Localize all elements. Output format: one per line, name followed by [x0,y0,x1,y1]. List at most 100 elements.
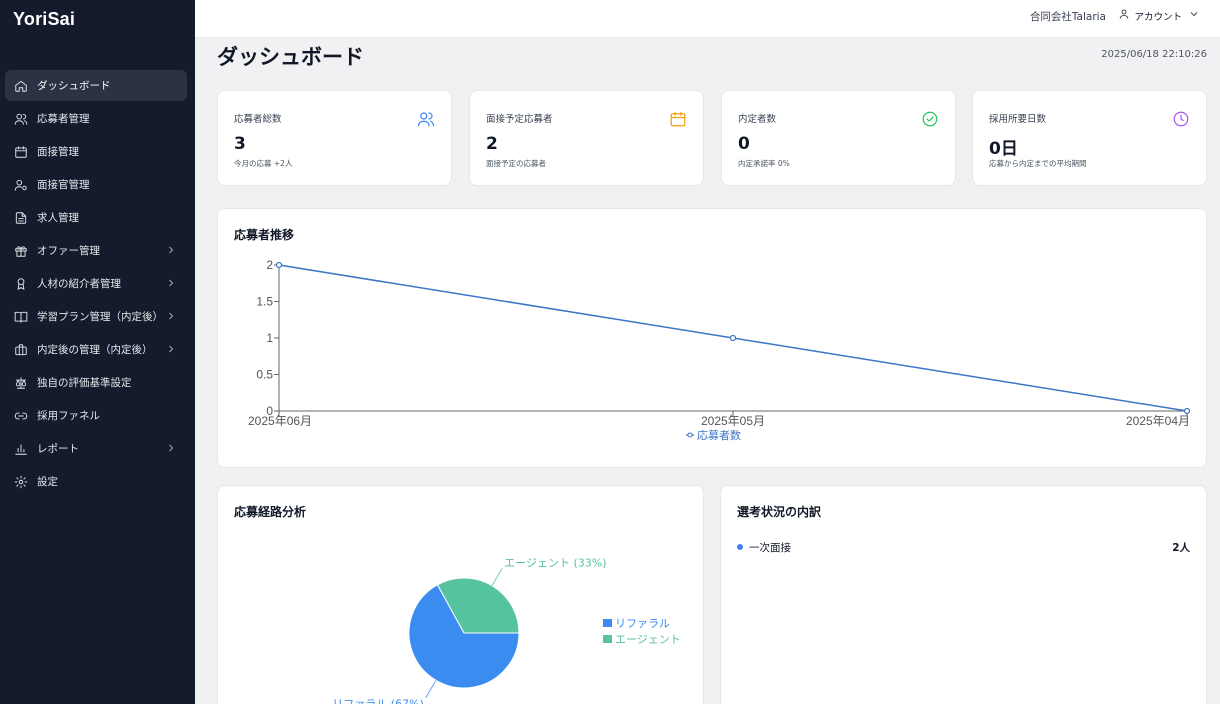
sidebar-item-4[interactable]: 求人管理 [5,202,187,233]
status-dot [737,544,743,550]
data-point[interactable] [275,261,283,269]
sidebar-item-2[interactable]: 面接管理 [5,136,187,167]
status-row: 一次面接 2人 [737,539,1190,555]
calendar-icon [669,110,687,128]
sidebar-item-0[interactable]: ダッシュボード [5,70,187,101]
stat-subtext: 今月の応募 +2人 [234,159,293,168]
user-cog-icon [13,177,29,193]
y-tick-label: 1 [266,331,273,345]
sidebar-item-7[interactable]: 学習プラン管理（内定後） [5,301,187,332]
stat-value: 0 [738,134,750,154]
sidebar-item-label: ダッシュボード [37,80,111,92]
chevron-right-icon [165,244,177,256]
gift-icon [13,243,29,259]
home-icon [13,78,29,94]
check-circle-icon [921,110,939,128]
status-count: 2人 [1172,541,1190,554]
sidebar-item-label: オファー管理 [37,245,100,257]
sidebar-item-9[interactable]: 独自の評価基準設定 [5,367,187,398]
sidebar-item-label: 独自の評価基準設定 [37,377,132,389]
legend-label[interactable]: リファラル [615,617,670,630]
stat-subtext: 応募から内定までの平均期間 [989,159,1087,168]
users-icon [13,111,29,127]
sidebar-item-label: 内定後の管理（内定後） [37,344,153,356]
sidebar-item-3[interactable]: 面接官管理 [5,169,187,200]
status-label: 一次面接 [749,541,791,554]
legend-label[interactable]: 応募者数 [697,428,741,442]
sidebar-item-6[interactable]: 人材の紹介者管理 [5,268,187,299]
data-point[interactable] [729,334,737,342]
stat-card: 応募者総数 3 今月の応募 +2人 [217,90,452,186]
sidebar-item-5[interactable]: オファー管理 [5,235,187,266]
pie-slice-label: エージェント (33%) [504,556,606,569]
sidebar-item-label: 採用ファネル [37,410,100,422]
user-icon [1118,8,1130,23]
stat-value: 2 [486,134,498,154]
applicant-trend-chart: 00.511.522025年06月 2025年05月 2025年04月応募者数 [248,258,1191,442]
sidebar-item-label: 人材の紹介者管理 [37,278,121,290]
stat-label: 応募者総数 [234,114,282,125]
legend-label[interactable]: エージェント [615,633,681,646]
sidebar-item-label: 求人管理 [37,212,79,224]
sidebar-item-11[interactable]: レポート [5,433,187,464]
settings-icon [13,474,29,490]
current-datetime: 2025/06/18 22:10:26 [1101,49,1207,60]
sidebar-item-8[interactable]: 内定後の管理（内定後） [5,334,187,365]
clock-icon [1172,110,1190,128]
stat-card: 面接予定応募者 2 面接予定の応募者 [469,90,704,186]
calendar-icon [13,144,29,160]
stat-label: 面接予定応募者 [486,114,553,125]
book-icon [13,309,29,325]
stat-value: 3 [234,134,246,154]
sidebar-nav: ダッシュボード 応募者管理面接管理面接官管理求人管理オファー管理人材の紹介者管理学… [5,70,187,499]
y-tick-label: 2 [266,258,273,272]
legend-swatch [603,635,612,643]
sidebar-item-label: 設定 [37,476,58,488]
data-point[interactable] [1183,407,1191,415]
users-icon [417,110,435,128]
pie-slice-label: リファラル (67%) [332,698,424,704]
company-name: 合同会社Talaria [1029,11,1106,23]
stat-label: 採用所要日数 [989,114,1047,125]
stat-card: 採用所要日数 0日 応募から内定までの平均期間 [972,90,1207,186]
sidebar-item-label: 面接官管理 [37,179,90,191]
briefcase-icon [13,342,29,358]
legend-swatch [603,619,612,627]
source-analysis-card: 応募経路分析 リファラル (67%)リファラルエージェント (33%)エージェン… [217,485,704,704]
page-title: ダッシュボード [217,45,364,69]
link-icon [13,408,29,424]
chevron-down-icon [1188,8,1200,23]
pie-label-leader [425,680,437,698]
award-icon [13,276,29,292]
y-tick-label: 0.5 [256,368,273,382]
stat-card: 内定者数 0 内定承諾率 0% [721,90,956,186]
bar-chart-icon [13,441,29,457]
sidebar-item-label: 面接管理 [37,146,79,158]
chevron-right-icon [165,343,177,355]
sidebar: YoriSai ダッシュボード 応募者管理面接管理面接官管理求人管理オファー管理人… [0,0,195,704]
stat-label: 内定者数 [738,114,777,125]
selection-status-card: 選考状況の内訳 一次面接 2人 [720,485,1207,704]
scale-icon [13,375,29,391]
sidebar-item-10[interactable]: 採用ファネル [5,400,187,431]
stat-value: 0日 [989,139,1018,159]
x-tick-label: 2025年05月 [701,414,765,428]
x-tick-label: 2025年04月 [1126,414,1190,428]
sidebar-item-1[interactable]: 応募者管理 [5,103,187,134]
top-bar: 合同会社Talaria アカウント [195,0,1220,38]
chevron-right-icon [165,442,177,454]
chevron-right-icon [165,277,177,289]
pie-label-leader [491,568,503,586]
stat-subtext: 内定承諾率 0% [738,159,790,168]
sidebar-item-label: 応募者管理 [37,113,90,125]
account-menu-button[interactable]: アカウント [1118,8,1200,23]
x-tick-label: 2025年06月 [248,414,312,428]
source-pie-chart: リファラル (67%) リファラル エージェント (33%) エージェント [332,556,681,704]
sidebar-item-12[interactable]: 設定 [5,466,187,497]
selection-status-title: 選考状況の内訳 [737,505,822,519]
app-logo[interactable]: YoriSai [13,9,75,30]
file-text-icon [13,210,29,226]
legend-marker [687,432,693,438]
stat-subtext: 面接予定の応募者 [486,159,546,168]
account-label: アカウント [1134,11,1182,23]
